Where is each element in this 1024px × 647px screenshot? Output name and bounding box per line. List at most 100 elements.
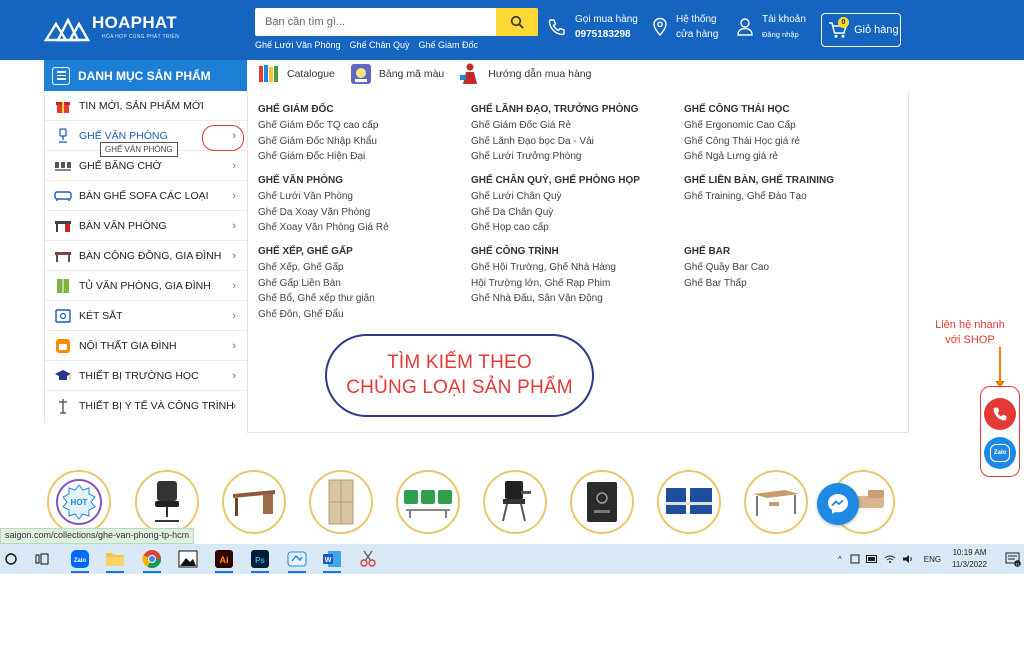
quick-link[interactable]: Ghế Giám Đốc: [419, 40, 479, 50]
group-link[interactable]: Ghế Giám Đốc TQ cao cấp: [258, 118, 468, 134]
search-input[interactable]: [255, 8, 496, 36]
group-title[interactable]: GHẾ CHÂN QUỲ, GHẾ PHÒNG HỌP: [471, 173, 681, 189]
brand-logo[interactable]: HOAPHAT HÒA HỢP CÙNG PHÁT TRIỂN: [43, 10, 184, 44]
taskbar-illustrator[interactable]: Ai: [213, 548, 235, 573]
group-link[interactable]: Ghế Lưới Văn Phòng: [258, 189, 468, 205]
group-link[interactable]: Ghế Da Chân Quỳ: [471, 205, 681, 221]
category-medical[interactable]: THIẾT BỊ Y TẾ VÀ CÔNG TRÌNH ›: [45, 391, 248, 421]
chevron-right-icon: ›: [232, 250, 236, 262]
taskbar-photoshop[interactable]: Ps: [249, 548, 271, 573]
product-circle-chair[interactable]: [135, 470, 199, 534]
logo-mark-icon: [43, 17, 91, 42]
search-by-type-callout: TÌM KIẾM THEO CHỦNG LOẠI SẢN PHẨM: [325, 334, 594, 417]
account[interactable]: Tài khoản Đăng nhập: [736, 12, 806, 42]
group-title[interactable]: GHẾ LIỀN BÀN, GHẾ TRAINING: [684, 173, 894, 189]
product-circle-school-desk[interactable]: [744, 470, 808, 534]
group-link[interactable]: Ghế Da Xoay Văn Phòng: [258, 205, 468, 221]
buying-guide-label: Hướng dẫn mua hàng: [488, 68, 592, 80]
category-school[interactable]: THIẾT BỊ TRƯỜNG HỌC ›: [45, 361, 248, 391]
group-link[interactable]: Ghế Họp cao cấp: [471, 220, 681, 236]
group-link[interactable]: Ghế Training, Ghế Đào Tạo: [684, 189, 894, 205]
group-link[interactable]: Ghế Hội Trường, Ghế Nhà Hàng: [471, 260, 681, 276]
group-title[interactable]: GHẾ XẾP, GHẾ GẤP: [258, 244, 468, 260]
system-clock[interactable]: 10:19 AM 11/3/2022: [952, 547, 987, 571]
catalogue-link[interactable]: Catalogue: [257, 62, 335, 86]
taskbar-photos[interactable]: [177, 548, 199, 570]
language-indicator[interactable]: ENG: [924, 555, 941, 564]
group-link[interactable]: Ghế Bar Thấp: [684, 276, 894, 292]
messenger-chat-button[interactable]: [817, 483, 859, 525]
group-link[interactable]: Hội Trường lớn, Ghế Rạp Phim: [471, 276, 681, 292]
category-home-furniture[interactable]: NỘI THẤT GIA ĐÌNH ›: [45, 331, 248, 361]
taskbar-word[interactable]: W: [321, 548, 343, 573]
volume-icon[interactable]: [902, 554, 914, 564]
product-circle-cabinet[interactable]: [309, 470, 373, 534]
hotline[interactable]: Gọi mua hàng 0975183298: [547, 12, 638, 42]
category-cabinet[interactable]: TỦ VĂN PHÒNG, GIA ĐÌNH ›: [45, 271, 248, 301]
group-title[interactable]: GHẾ LÃNH ĐẠO, TRƯỞNG PHÒNG: [471, 102, 681, 118]
category-new-products[interactable]: TIN MỚI, SẢN PHẨM MỚI: [45, 91, 248, 121]
taskbar-zalo-pc[interactable]: [286, 548, 308, 573]
call-button[interactable]: [984, 398, 1016, 430]
mega-group: GHẾ CHÂN QUỲ, GHẾ PHÒNG HỌP Ghế Lưới Châ…: [471, 173, 681, 236]
mega-group: GHẾ GIÁM ĐỐC Ghế Giám Đốc TQ cao cấp Ghế…: [258, 102, 468, 165]
category-office-desk[interactable]: BÀN VĂN PHÒNG ›: [45, 211, 248, 241]
group-link[interactable]: Ghế Xếp, Ghế Gấp: [258, 260, 468, 276]
group-link[interactable]: Ghế Lưới Chân Quỳ: [471, 189, 681, 205]
search-button[interactable]: [496, 8, 538, 36]
group-link[interactable]: Ghế Ergonomic Cao Cấp: [684, 118, 894, 134]
tray-app-icon[interactable]: [850, 554, 860, 564]
network-icon[interactable]: [884, 554, 896, 564]
store-locator[interactable]: Hệ thống cửa hàng: [652, 12, 718, 42]
battery-icon[interactable]: [865, 554, 878, 564]
group-link[interactable]: Ghế Đôn, Ghế Đẩu: [258, 307, 468, 323]
chevron-right-icon: ›: [232, 370, 236, 382]
group-link[interactable]: Ghế Lãnh Đạo bọc Da - Vải: [471, 134, 681, 150]
category-community-table[interactable]: BÀN CỘNG ĐỒNG, GIA ĐÌNH ›: [45, 241, 248, 271]
group-link[interactable]: Ghế Quầy Bar Cao: [684, 260, 894, 276]
group-link[interactable]: Ghế Xoay Văn Phòng Giá Rẻ: [258, 220, 468, 236]
sofa-icon: [53, 188, 73, 204]
product-circle-training-chair[interactable]: [483, 470, 547, 534]
product-circle-safe[interactable]: [570, 470, 634, 534]
quick-link[interactable]: Ghế Lưới Văn Phòng: [255, 40, 340, 50]
cart-button[interactable]: 0 Giỏ hàng: [821, 13, 901, 47]
taskbar-snipping-tool[interactable]: [357, 548, 379, 570]
taskbar-file-explorer[interactable]: [104, 548, 126, 573]
safe-box-icon: [587, 482, 617, 522]
category-menu-header[interactable]: DANH MỤC SẢN PHẨM: [44, 60, 247, 91]
group-link[interactable]: Ghế Công Thái Học giá rẻ: [684, 134, 894, 150]
product-circle-bench[interactable]: [396, 470, 460, 534]
product-circle-partition[interactable]: [657, 470, 721, 534]
contact-line1: Liên hệ nhanh: [935, 319, 1005, 331]
group-title[interactable]: GHẾ GIÁM ĐỐC: [258, 102, 468, 118]
group-title[interactable]: GHẾ CÔNG TRÌNH: [471, 244, 681, 260]
chevron-up-icon[interactable]: ^: [838, 555, 842, 564]
category-safe[interactable]: KÉT SẮT ›: [45, 301, 248, 331]
group-title[interactable]: GHẾ CÔNG THÁI HỌC: [684, 102, 894, 118]
category-sofa[interactable]: BÀN GHẾ SOFA CÁC LOẠI ›: [45, 181, 248, 211]
group-link[interactable]: Ghế Bổ, Ghế xếp thư giãn: [258, 291, 468, 307]
taskbar-chrome[interactable]: [141, 548, 163, 573]
buying-guide-link[interactable]: Hướng dẫn mua hàng: [458, 62, 591, 86]
menu-icon: [52, 66, 70, 85]
group-link[interactable]: Ghế Gấp Liền Bàn: [258, 276, 468, 292]
group-link[interactable]: Ghế Giám Đốc Giá Rẻ: [471, 118, 681, 134]
clock-date: 11/3/2022: [952, 560, 987, 569]
group-link[interactable]: Ghế Nhà Đấu, Sân Vận Động: [471, 291, 681, 307]
notification-center[interactable]: 11: [1002, 548, 1024, 570]
group-title[interactable]: GHẾ BAR: [684, 244, 894, 260]
product-circle-desk[interactable]: [222, 470, 286, 534]
start-button[interactable]: [0, 548, 22, 570]
group-link[interactable]: Ghế Ngả Lưng giá rẻ: [684, 149, 894, 165]
taskbar-zalo[interactable]: Zalo: [69, 548, 91, 573]
quick-link[interactable]: Ghế Chân Quỳ: [349, 40, 409, 50]
color-chart-link[interactable]: Bảng mã màu: [349, 62, 444, 86]
zalo-button[interactable]: Zalo: [984, 437, 1016, 469]
product-circle-hot[interactable]: HOT: [47, 470, 111, 534]
group-link[interactable]: Ghế Lưới Trưởng Phòng: [471, 149, 681, 165]
task-view-button[interactable]: [31, 548, 53, 570]
group-link[interactable]: Ghế Giám Đốc Nhập Khẩu: [258, 134, 468, 150]
group-title[interactable]: GHẾ VĂN PHÒNG: [258, 173, 468, 189]
group-link[interactable]: Ghế Giám Đốc Hiện Đại: [258, 149, 468, 165]
